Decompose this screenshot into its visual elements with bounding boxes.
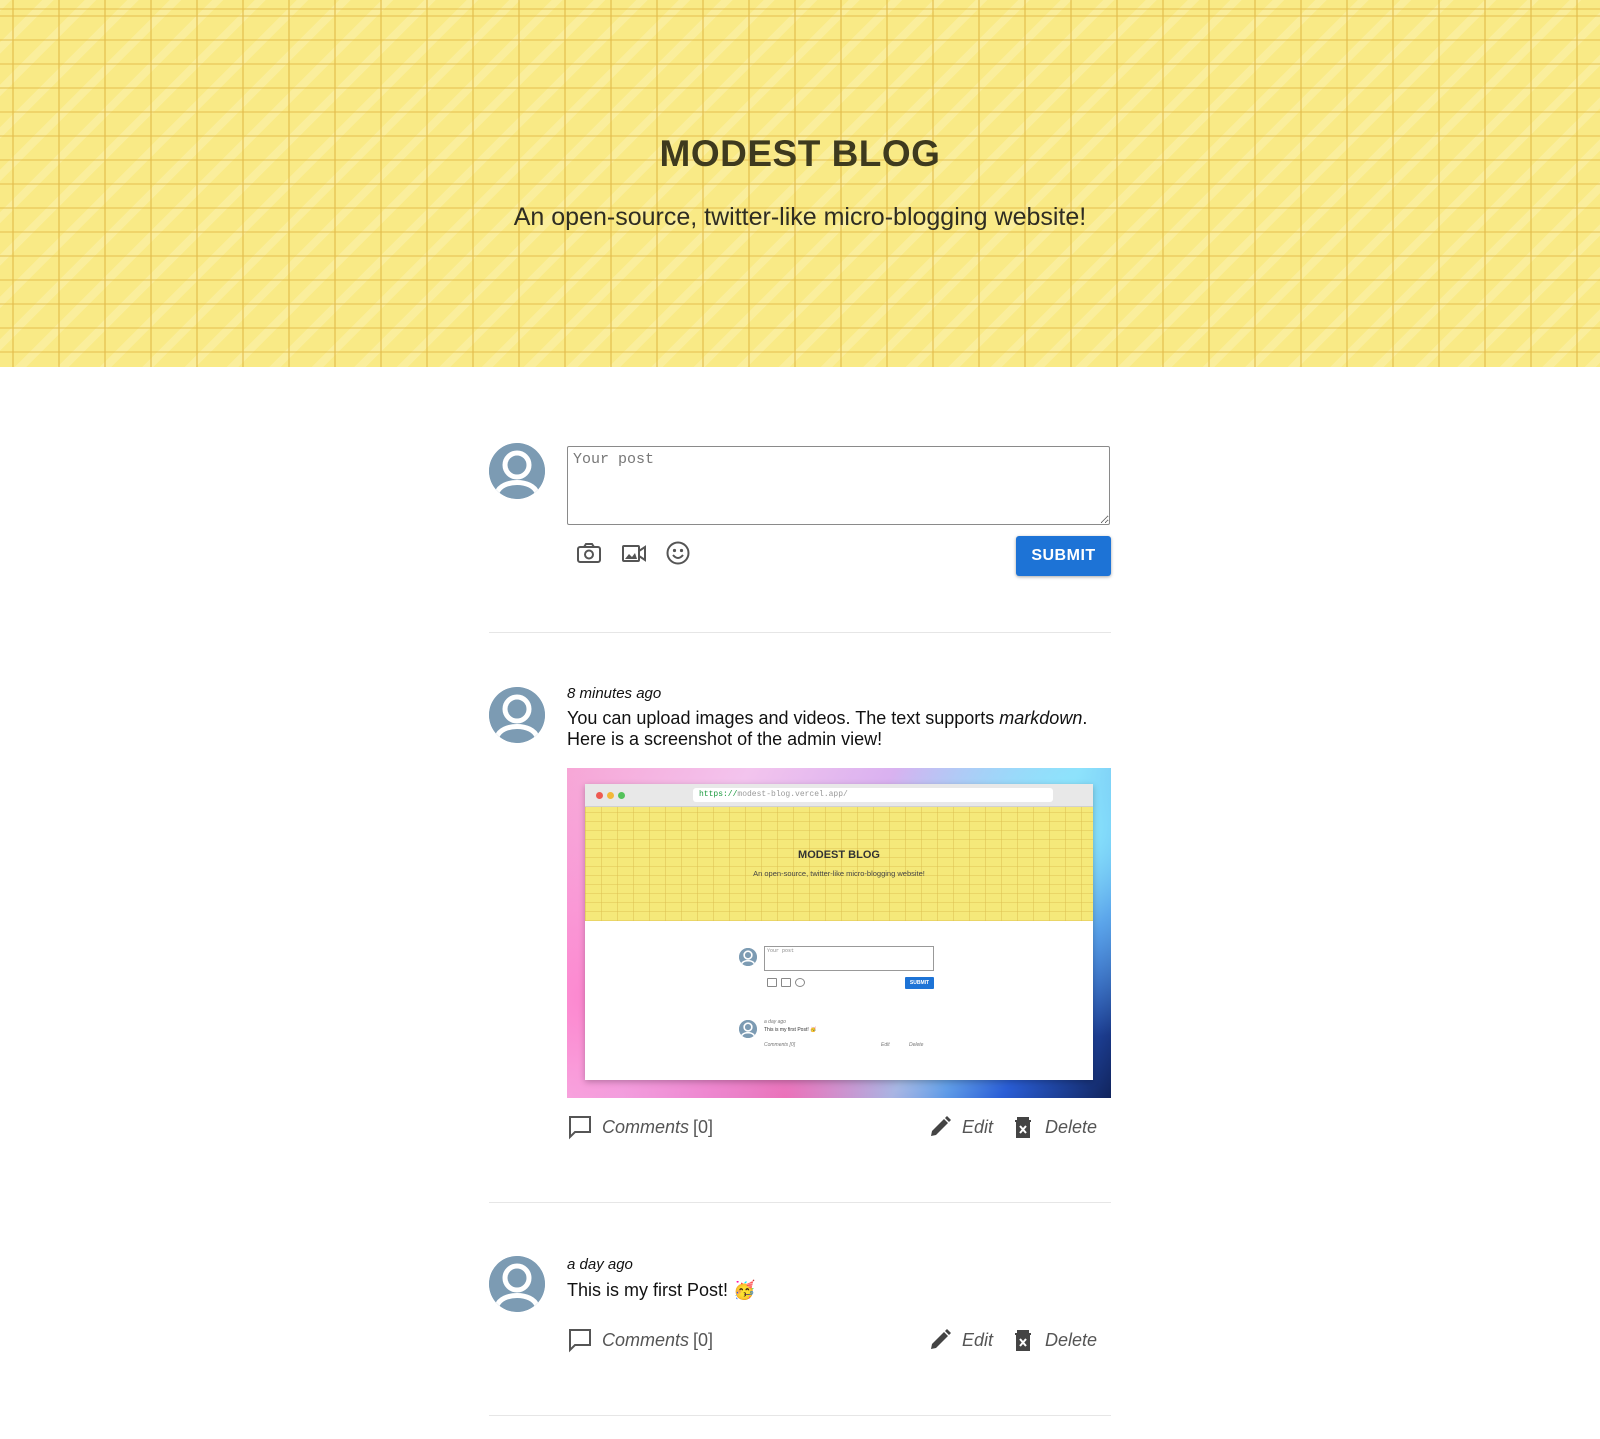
trash-icon xyxy=(1010,1114,1036,1140)
divider xyxy=(489,1202,1111,1203)
pencil-icon xyxy=(927,1327,953,1353)
delete-button[interactable]: Delete xyxy=(1010,1114,1097,1140)
trash-icon xyxy=(1010,1327,1036,1353)
avatar xyxy=(489,1256,545,1312)
submit-button[interactable]: SUBMIT xyxy=(1016,536,1111,576)
avatar xyxy=(489,443,545,499)
post-text: You can upload images and videos. The te… xyxy=(567,708,1088,749)
screenshot-window: https://modest-blog.vercel.app/ MODEST B… xyxy=(585,784,1093,1080)
comment-icon xyxy=(567,1114,593,1140)
post-timestamp: a day ago xyxy=(567,1256,633,1273)
delete-button[interactable]: Delete xyxy=(1010,1327,1097,1353)
edit-button[interactable]: Edit xyxy=(927,1327,993,1353)
avatar xyxy=(489,687,545,743)
site-subtitle: An open-source, twitter-like micro-blogg… xyxy=(513,203,1087,231)
divider xyxy=(489,1415,1111,1416)
emoji-icon[interactable] xyxy=(664,539,692,567)
post-timestamp: 8 minutes ago xyxy=(567,685,662,702)
fullscreen-icon[interactable] xyxy=(1059,1044,1087,1072)
screenshot-url: https://modest-blog.vercel.app/ xyxy=(693,788,1053,802)
camera-icon[interactable] xyxy=(575,539,603,567)
header-banner: MODEST BLOG An open-source, twitter-like… xyxy=(0,0,1600,367)
comments-link[interactable]: Comments [0] xyxy=(567,1114,713,1140)
edit-button[interactable]: Edit xyxy=(927,1114,993,1140)
comments-link[interactable]: Comments [0] xyxy=(567,1327,713,1353)
site-title: MODEST BLOG xyxy=(659,133,941,174)
post-image[interactable]: https://modest-blog.vercel.app/ MODEST B… xyxy=(567,768,1111,1098)
divider xyxy=(489,632,1111,633)
post-input[interactable] xyxy=(567,446,1110,525)
post-text: This is my first Post! 🥳 xyxy=(567,1280,756,1300)
pencil-icon xyxy=(927,1114,953,1140)
video-icon[interactable] xyxy=(620,539,648,567)
comment-icon xyxy=(567,1327,593,1353)
